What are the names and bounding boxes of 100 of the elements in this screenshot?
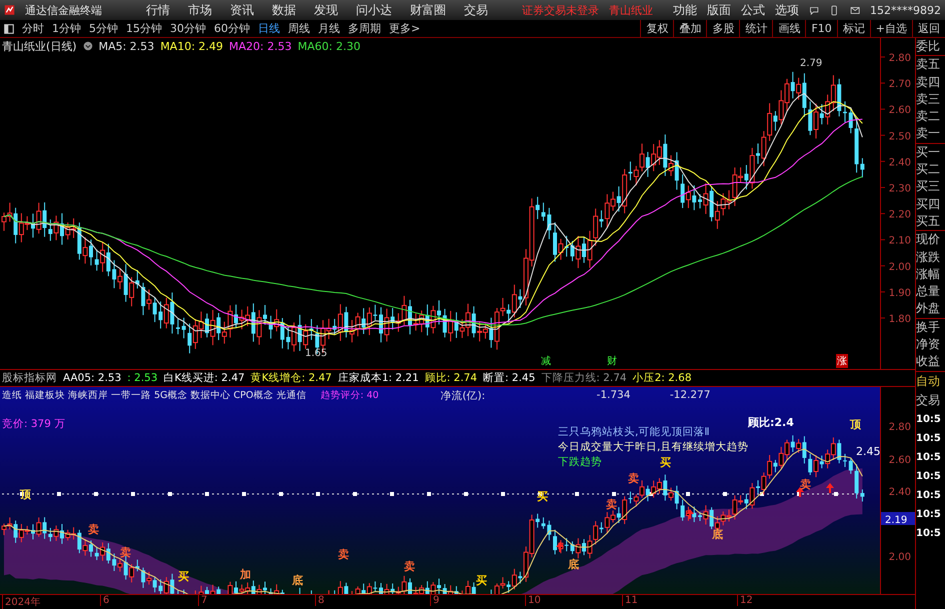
price-label: 2.60 (888, 105, 911, 116)
quote-field[interactable]: 买二 (916, 161, 945, 178)
period-tab[interactable]: 60分钟 (210, 21, 254, 36)
auction-volume: 竞价: 379 万 (2, 417, 66, 432)
signal-marker: 买 (476, 573, 487, 588)
quote-field[interactable]: 买四 (916, 196, 945, 213)
price-label: 2.19 (881, 512, 915, 526)
moving-average-value: MA20: 2.53 (229, 40, 292, 52)
period-tab[interactable]: 日线 (254, 21, 284, 36)
quote-field[interactable]: 卖四 (916, 74, 945, 91)
trade-time: 10:5 (916, 526, 942, 541)
date-label: 12 (737, 595, 753, 606)
indicator-value: 下降压力线: 2.74 (541, 371, 627, 386)
price-label: 2.40 (888, 157, 911, 168)
toolbar-button[interactable]: 返回 (912, 20, 945, 37)
trend-score: 趋势评分: 40 (320, 389, 380, 404)
period-tab[interactable]: 30分钟 (166, 21, 210, 36)
quote-field[interactable]: 现价 (916, 231, 945, 249)
quote-field[interactable]: 委比 (916, 38, 945, 56)
quote-field[interactable]: 收益 (916, 353, 945, 371)
quote-field[interactable]: 净资 (916, 336, 945, 354)
menu-item[interactable]: 行情 (142, 2, 174, 18)
menu-item[interactable]: 选项 (775, 2, 800, 18)
toolbar-button[interactable]: 多股 (706, 20, 740, 37)
menu-item[interactable]: 问小达 (352, 2, 396, 18)
signal-marker: 卖 (606, 497, 617, 512)
quote-field[interactable]: 卖三 (916, 90, 945, 108)
trade-time: 10:5 (916, 412, 942, 427)
period-tab[interactable]: 5分钟 (85, 21, 122, 36)
menu-item[interactable]: 交易 (460, 2, 492, 18)
menu-item[interactable]: 公式 (741, 2, 766, 18)
login-status[interactable]: 证券交易未登录 (522, 2, 600, 18)
trade-time: 10:5 (916, 470, 942, 484)
price-label: 1.80 (888, 314, 911, 325)
moving-average-value: MA10: 2.49 (160, 40, 224, 52)
indicator-value: 庄家成本1: 2.21 (338, 371, 419, 386)
date-label: 8 (315, 595, 324, 606)
app-title: 通达信金融终端 (25, 2, 102, 18)
signal-marker: 买 (178, 569, 189, 584)
period-tab[interactable]: 15分钟 (122, 21, 166, 36)
period-tab[interactable]: 周线 (284, 21, 314, 36)
period-tab[interactable]: 多周期 (344, 21, 385, 36)
event-tag[interactable]: 财 (606, 354, 618, 368)
menu-item[interactable]: 功能 (673, 2, 698, 18)
date-label: 9 (430, 595, 440, 606)
menu-item[interactable]: 财富圈 (406, 2, 450, 18)
quote-field[interactable]: 买五 (916, 212, 945, 230)
period-tab[interactable]: 分时 (18, 21, 48, 36)
signal-marker: 卖 (404, 559, 415, 574)
toolbar-button[interactable]: 标记 (836, 20, 870, 37)
toolbar-button[interactable]: 复权 (640, 20, 674, 37)
quote-field[interactable]: 卖二 (916, 108, 945, 126)
toolbar-button[interactable]: +自选 (870, 20, 912, 37)
indicator-value: 黄K线增仓: 2.47 (250, 371, 332, 386)
event-tag[interactable]: 涨 (836, 354, 848, 368)
price-label: 2.00 (888, 552, 911, 564)
quote-field[interactable]: 总量 (916, 283, 945, 300)
chart-title: 青山纸业(日线) (2, 38, 77, 54)
quote-field[interactable]: 买三 (916, 178, 945, 196)
period-tab[interactable]: 月线 (314, 21, 344, 36)
toolbar-button[interactable]: F10 (805, 20, 837, 37)
signal-marker: 底 (292, 573, 303, 588)
event-tag[interactable]: 减 (540, 354, 552, 368)
menu-item[interactable]: 版面 (707, 2, 732, 18)
date-label: 7 (198, 595, 208, 606)
price-label: 2.40 (888, 487, 911, 498)
menu-item[interactable]: 市场 (184, 2, 216, 18)
quote-field[interactable]: 卖一 (916, 125, 945, 143)
price-label: 2.30 (888, 184, 911, 194)
quote-field[interactable]: 外盘 (916, 300, 945, 318)
price-label: 2.60 (888, 455, 911, 466)
indicator-value: AA05: 2.53 (63, 372, 122, 384)
menu-item[interactable]: 数据 (268, 2, 300, 18)
signal-marker: 买 (537, 489, 548, 504)
quote-field[interactable]: 买一 (916, 144, 945, 162)
signal-message: 下跌趋势 (558, 455, 602, 470)
account-number[interactable]: 152****9892 (870, 4, 941, 16)
menu-item[interactable]: 资讯 (226, 2, 258, 18)
period-tab[interactable]: 1分钟 (48, 21, 85, 36)
date-label: 6 (100, 595, 110, 606)
trade-label[interactable]: 交易 (916, 390, 945, 410)
signal-marker: 卖 (338, 547, 349, 562)
quote-field[interactable]: 换手 (916, 318, 945, 336)
toolbar-button[interactable]: 画线 (772, 20, 806, 37)
quote-field[interactable]: 涨幅 (916, 266, 945, 284)
toolbar-button[interactable]: 叠加 (673, 20, 706, 37)
menu-item[interactable]: 发现 (310, 2, 342, 18)
date-label: 11 (622, 595, 638, 606)
trade-time: 10:5 (916, 488, 942, 503)
period-tab[interactable]: 更多> (385, 21, 424, 36)
trade-time: 10:5 (916, 508, 942, 522)
signal-marker: 卖 (800, 477, 811, 492)
quote-field[interactable]: 卖五 (916, 56, 945, 74)
indicator-value: 小压2: 2.68 (632, 371, 692, 386)
quote-field[interactable]: 涨跌 (916, 248, 945, 266)
toolbar-button[interactable]: 统计 (739, 20, 772, 37)
net-flow-label: 净流(亿): (440, 389, 486, 404)
trade-label[interactable]: 自动 (916, 372, 945, 391)
signal-marker: 底 (568, 557, 579, 572)
price-label: 2.50 (888, 131, 911, 142)
